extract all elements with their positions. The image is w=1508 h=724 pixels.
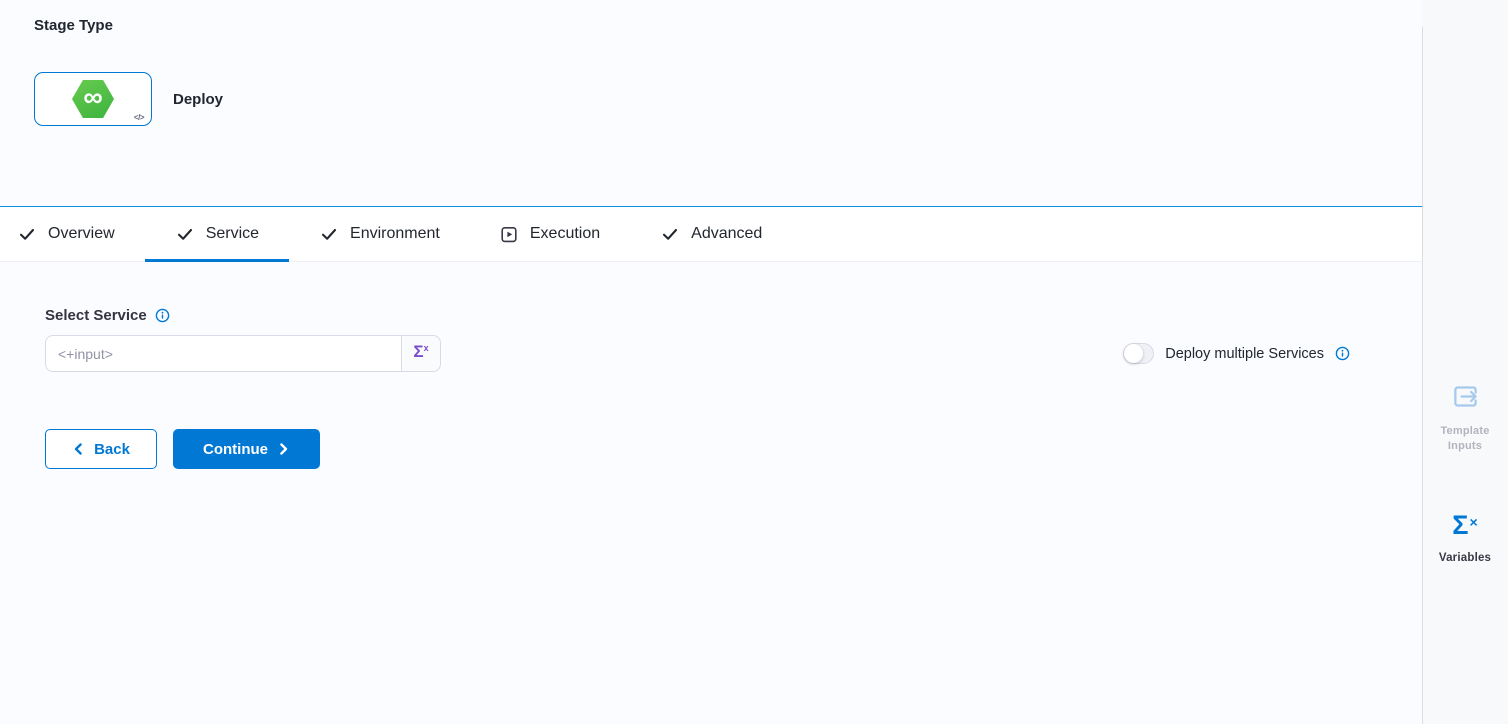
runtime-input-type-button[interactable]: Σ x <box>401 335 441 372</box>
tab-label: Execution <box>530 225 600 243</box>
infinity-glyph: ∞ <box>83 84 102 111</box>
check-icon <box>660 224 680 244</box>
main-column: Stage Type ∞ </> Deploy Overview Service <box>0 0 1422 724</box>
tab-advanced[interactable]: Advanced <box>630 207 792 261</box>
check-icon <box>17 224 37 244</box>
template-inputs-label: Template Inputs <box>1434 424 1496 454</box>
deploy-multiple-info-icon[interactable] <box>1335 346 1350 361</box>
execution-play-icon <box>500 225 519 244</box>
stage-row: ∞ </> Deploy <box>34 72 1422 126</box>
tab-label: Overview <box>48 225 115 243</box>
deploy-multiple-services-group: Deploy multiple Services <box>1123 343 1350 364</box>
tab-overview[interactable]: Overview <box>17 207 145 261</box>
select-service-info-icon[interactable] <box>155 308 170 323</box>
check-icon <box>319 224 339 244</box>
service-tab-content: Select Service Σ x Deploy <box>0 262 1422 724</box>
deploy-multiple-services-label: Deploy multiple Services <box>1165 346 1324 362</box>
tab-environment[interactable]: Environment <box>289 207 470 261</box>
variables-sigma-icon: Σ × <box>1452 512 1477 539</box>
stage-type-panel: Stage Type ∞ </> Deploy <box>0 0 1422 207</box>
code-icon: </> <box>134 113 144 122</box>
deploy-stage-card[interactable]: ∞ </> <box>34 72 152 126</box>
cd-stage-hexagon-icon: ∞ <box>72 80 114 118</box>
template-inputs-icon <box>1452 383 1479 410</box>
continue-button[interactable]: Continue <box>173 429 320 469</box>
tab-label: Environment <box>350 225 440 243</box>
toggle-knob <box>1124 344 1143 363</box>
tab-execution[interactable]: Execution <box>470 207 630 261</box>
chevron-left-icon <box>72 442 85 456</box>
stage-config-page: Stage Type ∞ </> Deploy Overview Service <box>0 0 1508 724</box>
tab-service[interactable]: Service <box>145 207 289 261</box>
stage-name: Deploy <box>173 91 223 108</box>
variables-label: Variables <box>1439 551 1491 566</box>
right-rail: Template Inputs Σ × Variables <box>1422 0 1508 724</box>
service-input-row: Σ x Deploy multiple Services <box>45 335 1350 372</box>
stage-tabbar: Overview Service Environment Execution A… <box>0 207 1422 262</box>
chevron-right-icon <box>277 442 290 456</box>
back-button[interactable]: Back <box>45 429 157 469</box>
deploy-multiple-services-toggle[interactable] <box>1123 343 1154 364</box>
variables-button[interactable]: Σ × Variables <box>1422 512 1508 566</box>
select-service-label-row: Select Service <box>45 307 1422 324</box>
tab-label: Advanced <box>691 225 762 243</box>
tab-label: Service <box>206 225 259 243</box>
stage-type-label: Stage Type <box>34 17 1422 34</box>
select-service-input[interactable] <box>45 335 401 372</box>
select-service-label: Select Service <box>45 307 147 324</box>
rail-divider <box>1422 27 1423 724</box>
footer-actions: Back Continue <box>45 429 1422 469</box>
service-input-group: Σ x <box>45 335 441 372</box>
template-inputs-button[interactable]: Template Inputs <box>1422 383 1508 454</box>
check-icon <box>175 224 195 244</box>
sigma-icon: Σ <box>413 343 423 360</box>
